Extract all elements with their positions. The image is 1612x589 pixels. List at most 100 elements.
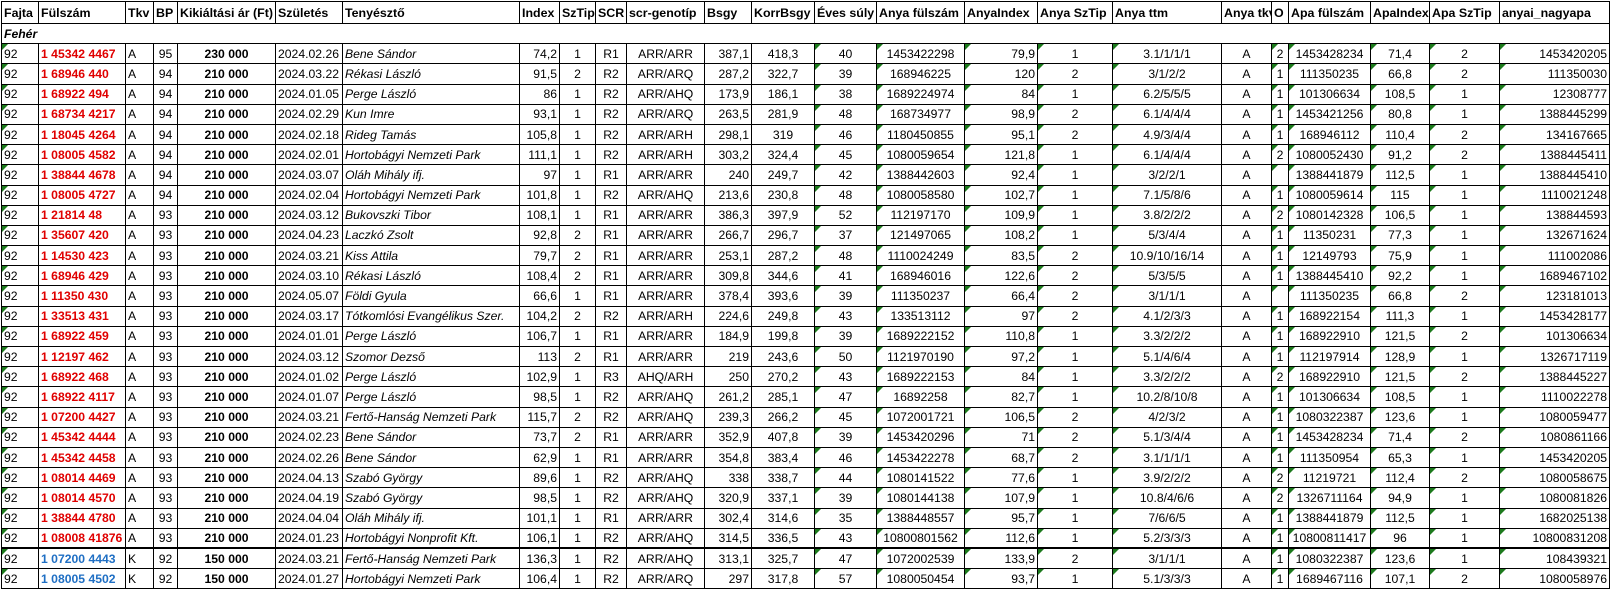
col-tkv-cell: A <box>125 123 154 146</box>
col-anya-sztip-cell: 1 <box>1037 507 1113 529</box>
col-scr-genotip-cell: ARR/ARR <box>626 43 705 65</box>
col-szuletes-cell: 2024.03.10 <box>275 265 343 287</box>
col-anya-ttm-cell: 4/2/3/2 <box>1112 406 1222 428</box>
table-row: 92 1 18045 4264 A 94 210 000 2024.02.18 Rideg … <box>1 123 1610 146</box>
col-korrbsgy-cell: 322,7 <box>751 63 815 85</box>
col-scr-cell: R2 <box>595 184 627 206</box>
col-bp-cell: 94 <box>153 164 178 186</box>
col-fulszam-cell: 1 08008 41876 <box>38 527 126 549</box>
col-anya-ttm-header: Anya ttm <box>1112 1 1222 24</box>
col-korrbsgy-cell: 407,8 <box>751 426 815 448</box>
col-apaindex-cell: 92,2 <box>1370 265 1430 287</box>
col-apaindex-cell: 112,4 <box>1370 467 1430 489</box>
col-sztip-cell: 2 <box>559 63 596 85</box>
col-anyai-nagyapa-cell: 1080861166 <box>1499 426 1610 448</box>
col-fajta-cell: 92 <box>1 43 39 65</box>
col-korrbsgy-cell: 296,7 <box>751 224 815 247</box>
col-anyaindex-cell: 71 <box>964 426 1038 448</box>
col-szuletes-cell: 2024.03.07 <box>275 164 343 186</box>
col-anya-sztip-cell: 1 <box>1037 43 1113 65</box>
col-anya-tkv-cell: A <box>1221 123 1272 146</box>
col-apa-sztip-cell: 2 <box>1429 43 1500 65</box>
col-eves-suly-cell: 39 <box>814 325 877 348</box>
col-tenyeszto-cell: Bene Sándor <box>342 426 520 448</box>
col-kikialtasi-ar-cell: 210 000 <box>177 366 276 388</box>
col-bsgy-cell: 338 <box>704 467 752 489</box>
col-eves-suly-cell: 44 <box>814 467 877 489</box>
col-anya-fulszam-cell: 1689222152 <box>876 325 965 348</box>
col-bsgy-cell: 224,6 <box>704 305 752 327</box>
col-eves-suly-cell: 38 <box>814 83 877 105</box>
col-eves-suly-cell: 47 <box>814 547 877 570</box>
col-anya-ttm-cell: 3/1/1/1 <box>1112 547 1222 570</box>
col-kikialtasi-ar-cell: 210 000 <box>177 426 276 448</box>
col-apaindex-cell: 121,5 <box>1370 366 1430 388</box>
col-eves-suly-cell: 37 <box>814 224 877 247</box>
col-o-cell: 1 <box>1271 345 1289 368</box>
col-sztip-cell: 1 <box>559 285 596 307</box>
col-anya-tkv-cell: A <box>1221 547 1272 570</box>
table-row: 92 1 08008 41876 A 93 210 000 2024.01.23 Horto… <box>1 527 1610 549</box>
col-anya-ttm-cell: 10.2/8/10/8 <box>1112 386 1222 408</box>
col-anya-sztip-cell: 2 <box>1037 63 1113 85</box>
col-anya-sztip-cell: 2 <box>1037 446 1113 469</box>
table-row: 92 1 33513 431 A 93 210 000 2024.03.17 Tótkoml… <box>1 305 1610 327</box>
col-scr-cell: R2 <box>595 144 627 166</box>
col-fajta-cell: 92 <box>1 386 39 408</box>
col-sztip-cell: 1 <box>559 164 596 186</box>
col-szuletes-cell: 2024.01.07 <box>275 386 343 408</box>
col-anya-tkv-cell: A <box>1221 446 1272 469</box>
col-anya-fulszam-cell: 1080144138 <box>876 487 965 509</box>
col-szuletes-cell: 2024.03.21 <box>275 547 343 570</box>
col-scr-cell: R1 <box>595 426 627 448</box>
col-bp-cell: 93 <box>153 426 178 448</box>
col-tenyeszto-cell: Fertő-Hanság Nemzeti Park <box>342 406 520 428</box>
col-tkv-cell: A <box>125 386 154 408</box>
col-tkv-cell: A <box>125 245 154 267</box>
col-kikialtasi-ar-cell: 210 000 <box>177 386 276 408</box>
col-apaindex-cell: 66,8 <box>1370 285 1430 307</box>
col-tenyeszto-cell: Hortobágyi Nemzeti Park <box>342 144 520 166</box>
col-bp-cell: 93 <box>153 406 178 428</box>
col-sztip-cell: 2 <box>559 245 596 267</box>
col-anya-tkv-cell: A <box>1221 386 1272 408</box>
col-anya-sztip-cell: 1 <box>1037 164 1113 186</box>
col-tenyeszto-cell: Kiss Attila <box>342 245 520 267</box>
col-fajta-cell: 92 <box>1 426 39 448</box>
col-anyai-nagyapa-cell: 108439321 <box>1499 547 1610 570</box>
col-apaindex-cell: 71,4 <box>1370 43 1430 65</box>
col-sztip-cell: 2 <box>559 406 596 428</box>
col-fajta-header: Fajta <box>1 1 39 24</box>
col-anya-sztip-cell: 2 <box>1037 245 1113 267</box>
col-anya-fulszam-header: Anya fülszám <box>876 1 965 24</box>
col-tkv-cell: A <box>125 467 154 489</box>
col-index-cell: 106,7 <box>519 325 560 348</box>
col-szuletes-cell: 2024.01.23 <box>275 527 343 549</box>
col-anyaindex-cell: 84 <box>964 83 1038 105</box>
table-row: 92 1 07200 4443 K 92 150 000 2024.03.21 Fertő-… <box>1 547 1610 570</box>
col-korrbsgy-cell: 337,1 <box>751 487 815 509</box>
col-fulszam-cell: 1 45342 4467 <box>38 43 126 65</box>
col-index-cell: 108,4 <box>519 265 560 287</box>
col-anyaindex-cell: 82,7 <box>964 386 1038 408</box>
col-o-cell: 1 <box>1271 406 1289 428</box>
col-scr-cell: R2 <box>595 123 627 146</box>
col-korrbsgy-cell: 338,7 <box>751 467 815 489</box>
col-scr-header: SCR <box>595 1 627 24</box>
col-scr-genotip-cell: ARR/ARR <box>626 265 705 287</box>
col-o-cell: 1 <box>1271 184 1289 206</box>
col-fajta-cell: 92 <box>1 487 39 509</box>
col-apa-fulszam-cell: 1080059614 <box>1288 184 1371 206</box>
col-anyaindex-cell: 121,8 <box>964 144 1038 166</box>
col-sztip-cell: 1 <box>559 43 596 65</box>
col-apa-fulszam-cell: 168946112 <box>1288 123 1371 146</box>
col-sztip-cell: 2 <box>559 345 596 368</box>
col-fulszam-cell: 1 35607 420 <box>38 224 126 247</box>
col-tkv-cell: A <box>125 305 154 327</box>
col-tkv-cell: A <box>125 285 154 307</box>
col-fulszam-cell: 1 45342 4458 <box>38 446 126 469</box>
col-bp-cell: 92 <box>153 547 178 570</box>
col-anya-fulszam-cell: 1689222153 <box>876 366 965 388</box>
col-fajta-cell: 92 <box>1 103 39 125</box>
col-o-cell: 1 <box>1271 224 1289 247</box>
